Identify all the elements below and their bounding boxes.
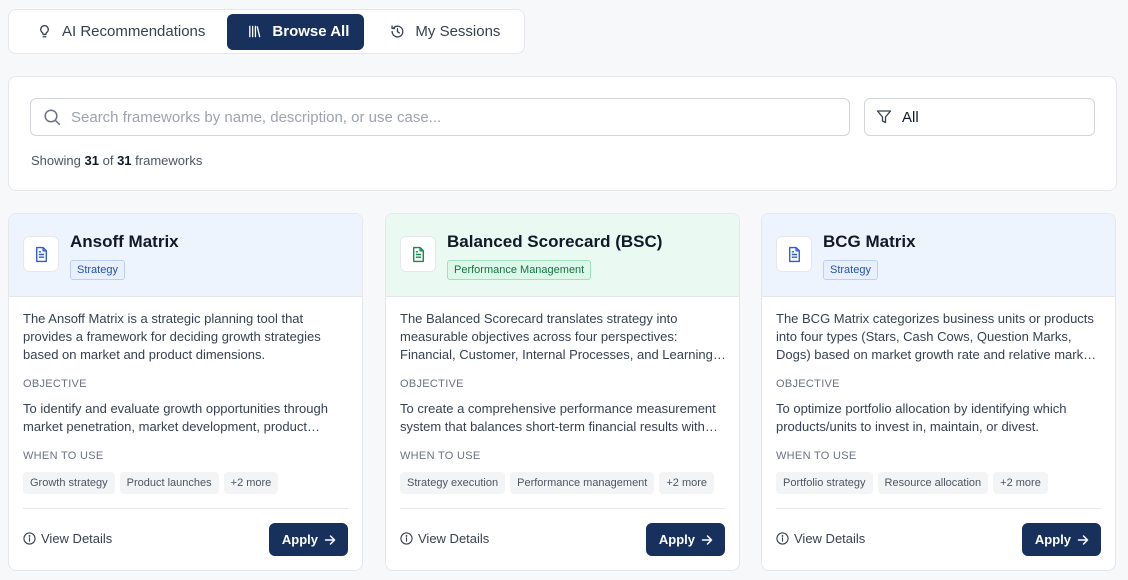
card-header: BCG Matrix Strategy [762, 214, 1115, 297]
use-case-chips: Strategy execution Performance managemen… [400, 472, 715, 494]
info-icon [400, 532, 413, 545]
when-to-use-label: WHEN TO USE [776, 450, 857, 462]
category-badge: Strategy [70, 260, 125, 280]
view-details-link[interactable]: View Details [400, 531, 489, 546]
results-suffix: frameworks [135, 153, 203, 168]
category-badge: Strategy [823, 260, 878, 280]
card-divider [23, 508, 348, 509]
objective-text: To optimize portfolio allocation by iden… [776, 401, 1067, 434]
view-details-link[interactable]: View Details [776, 531, 865, 546]
tab-label: My Sessions [415, 23, 501, 40]
more-use-cases-chip[interactable]: +2 more [223, 472, 279, 494]
filter-selected-value: All [902, 108, 919, 126]
when-to-use-label: WHEN TO USE [23, 450, 104, 462]
when-to-use-label: WHEN TO USE [400, 450, 481, 462]
objective-text: To create a comprehensive performance me… [400, 401, 716, 434]
lightbulb-icon [40, 25, 49, 38]
card-description: The Ansoff Matrix is a strategic plannin… [23, 311, 321, 362]
objective-label: OBJECTIVE [23, 378, 87, 390]
use-case-chip: Growth strategy [23, 472, 115, 494]
history-icon [391, 25, 404, 38]
info-icon [23, 532, 36, 545]
results-total: 31 [117, 153, 132, 168]
card-title: BCG Matrix [823, 232, 916, 251]
document-icon [776, 236, 812, 272]
apply-button[interactable]: Apply [1021, 523, 1101, 556]
use-case-chip: Performance management [510, 472, 655, 494]
results-prefix: Showing [31, 153, 81, 168]
card-title: Balanced Scorecard (BSC) [447, 232, 663, 251]
framework-card: BCG Matrix Strategy The BCG Matrix categ… [761, 213, 1116, 571]
search-box [30, 98, 850, 136]
library-icon [249, 25, 261, 38]
objective-text: To identify and evaluate growth opportun… [23, 401, 328, 434]
tab-label: AI Recommendations [62, 23, 206, 40]
card-description: The Balanced Scorecard translates strate… [400, 311, 713, 362]
apply-label: Apply [281, 532, 318, 547]
search-input[interactable] [71, 108, 831, 126]
more-use-cases-chip[interactable]: +2 more [659, 472, 715, 494]
use-case-chips: Growth strategy Product launches +2 more [23, 472, 279, 494]
apply-button[interactable]: Apply [645, 523, 725, 556]
card-divider [400, 508, 725, 509]
view-details-label: View Details [418, 531, 490, 546]
card-divider [776, 508, 1101, 509]
objective-label: OBJECTIVE [776, 378, 840, 390]
objective-label: OBJECTIVE [400, 378, 464, 390]
search-panel: All Showing 31 of 31 frameworks [8, 76, 1117, 191]
results-shown: 31 [84, 153, 99, 168]
framework-card: Ansoff Matrix Strategy The Ansoff Matrix… [8, 213, 363, 571]
use-case-chip: Resource allocation [877, 472, 989, 494]
card-description: The BCG Matrix categorizes business unit… [776, 311, 1094, 362]
arrow-right-icon [324, 534, 336, 545]
arrow-right-icon [701, 534, 713, 545]
results-of: of [102, 153, 114, 168]
results-count: Showing 31 of 31 frameworks [31, 153, 202, 168]
view-tabs: AI Recommendations Browse All My Session… [8, 9, 525, 54]
category-filter-select[interactable]: All [864, 98, 1095, 136]
card-title: Ansoff Matrix [70, 232, 179, 251]
tab-ai-recommendations[interactable]: AI Recommendations [13, 14, 227, 50]
view-details-link[interactable]: View Details [23, 531, 112, 546]
document-icon [23, 236, 59, 272]
use-case-chip: Product launches [119, 472, 219, 494]
use-case-chip: Portfolio strategy [776, 472, 873, 494]
document-icon [400, 236, 436, 272]
apply-label: Apply [658, 532, 695, 547]
apply-label: Apply [1034, 532, 1071, 547]
apply-button[interactable]: Apply [268, 523, 348, 556]
use-case-chip: Strategy execution [400, 472, 506, 494]
category-badge: Performance Management [447, 260, 592, 280]
tab-label: Browse All [272, 23, 350, 40]
card-header: Ansoff Matrix Strategy [9, 214, 362, 297]
card-header: Balanced Scorecard (BSC) Performance Man… [386, 214, 739, 297]
search-icon [44, 109, 61, 126]
more-use-cases-chip[interactable]: +2 more [993, 472, 1048, 494]
tab-my-sessions[interactable]: My Sessions [364, 14, 522, 50]
view-details-label: View Details [41, 531, 113, 546]
framework-card: Balanced Scorecard (BSC) Performance Man… [385, 213, 740, 571]
tab-browse-all[interactable]: Browse All [227, 13, 365, 50]
view-details-label: View Details [794, 531, 866, 546]
use-case-chips: Portfolio strategy Resource allocation +… [776, 472, 1048, 494]
arrow-right-icon [1077, 534, 1089, 545]
info-icon [776, 532, 789, 545]
filter-icon [876, 110, 892, 124]
